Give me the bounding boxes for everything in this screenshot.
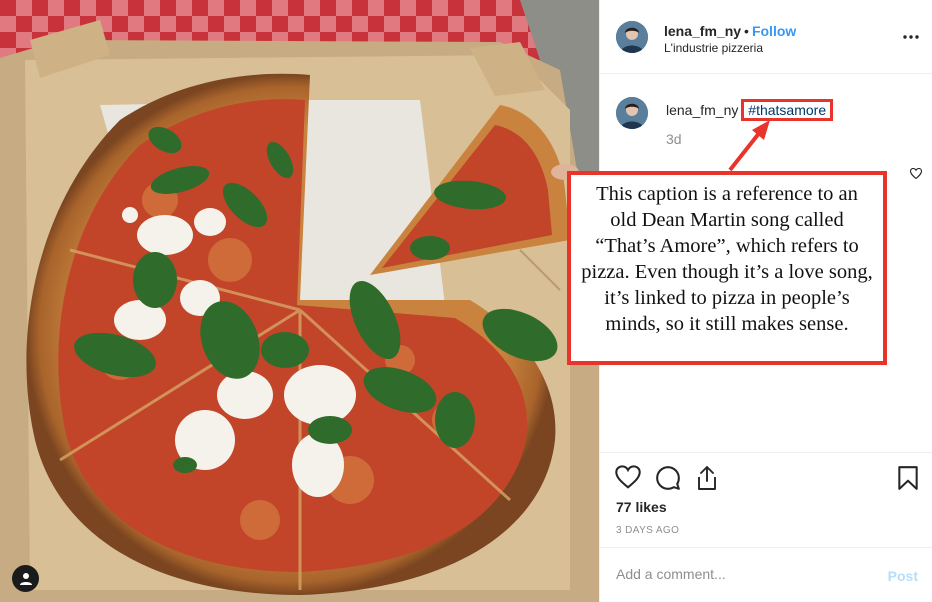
heart-outline-icon (909, 167, 923, 180)
caption-username[interactable]: lena_fm_ny (666, 102, 738, 118)
save-button[interactable] (897, 465, 919, 496)
follow-button[interactable]: Follow (752, 23, 796, 39)
more-horizontal-icon (903, 35, 919, 39)
person-icon (19, 572, 32, 585)
tagged-users-button[interactable] (12, 565, 39, 592)
like-button[interactable] (615, 465, 641, 494)
location-link[interactable]: L'industrie pizzeria (664, 41, 763, 55)
comment-icon (656, 466, 680, 490)
post-header: lena_fm_ny • Follow L'industrie pizzeria (600, 0, 932, 74)
pizza-image (0, 0, 599, 602)
separator-dot: • (744, 23, 749, 39)
share-button[interactable] (695, 465, 719, 496)
bookmark-icon (898, 466, 918, 490)
caption: lena_fm_ny #thatsamore (666, 99, 834, 121)
caption-time: 3d (666, 131, 682, 147)
comment-input[interactable] (616, 566, 856, 582)
action-bar (600, 452, 932, 502)
more-options-button[interactable] (903, 28, 919, 39)
comment-bar: Post (600, 547, 932, 602)
comment-button[interactable] (655, 465, 681, 496)
caption-like-button[interactable] (909, 166, 923, 184)
post-photo[interactable] (0, 0, 599, 602)
header-username[interactable]: lena_fm_ny (664, 23, 741, 39)
post-comment-button[interactable]: Post (888, 568, 918, 584)
annotation-callout: This caption is a reference to an old De… (567, 171, 887, 365)
hashtag-link[interactable]: #thatsamore (741, 99, 834, 121)
post-date: 3 DAYS AGO (616, 525, 680, 536)
likes-count[interactable]: 77 likes (616, 499, 667, 515)
heart-icon (615, 465, 641, 489)
share-icon (698, 466, 716, 490)
caption-avatar[interactable] (616, 97, 648, 129)
avatar[interactable] (616, 21, 648, 53)
